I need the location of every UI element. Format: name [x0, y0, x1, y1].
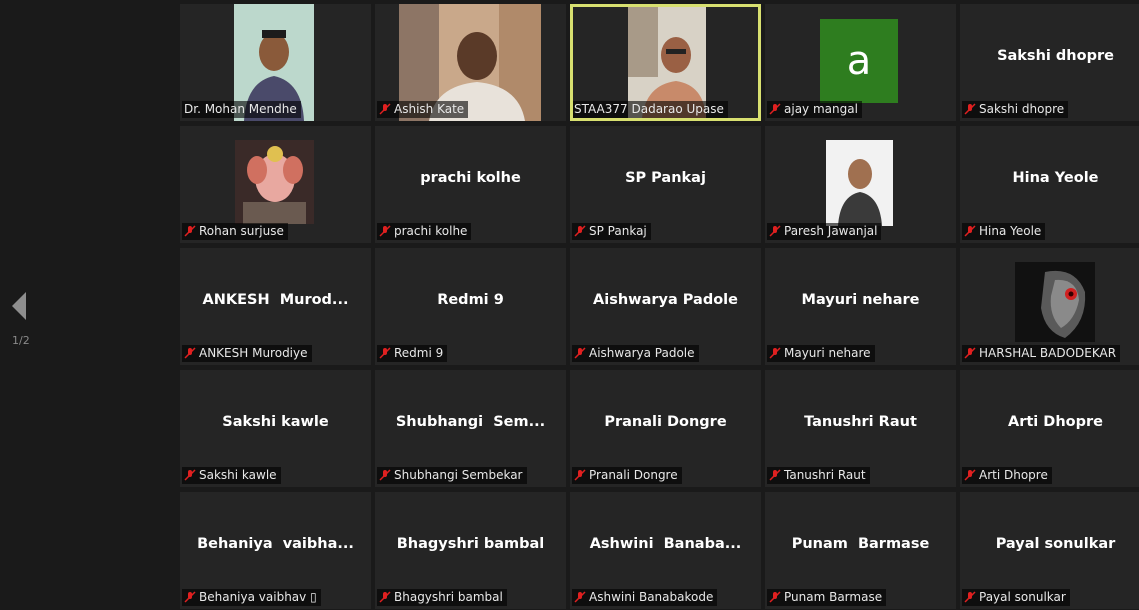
participant-display-name: Bhagyshri bambal [396, 536, 545, 552]
participant-tile[interactable]: Shubhangi Sem... Shubhangi Sembekar [375, 370, 566, 487]
muted-mic-icon [379, 347, 391, 359]
participant-tile[interactable]: HARSHAL BADODEKAR [960, 248, 1139, 365]
muted-mic-icon [184, 347, 196, 359]
participant-display-name: Sakshi dhopre [997, 48, 1114, 64]
muted-mic-icon [964, 103, 976, 115]
participant-tile[interactable]: ANKESH Murod... ANKESH Murodiye [180, 248, 371, 365]
muted-mic-icon [769, 591, 781, 603]
participant-tile[interactable]: Bhagyshri bambal Bhagyshri bambal [375, 492, 566, 609]
muted-mic-icon [574, 591, 586, 603]
participant-name-label: prachi kolhe [377, 223, 472, 240]
left-nav: 1/2 [0, 0, 60, 610]
participant-name-label: HARSHAL BADODEKAR [962, 345, 1121, 362]
participant-tile[interactable]: Punam Barmase Punam Barmase [765, 492, 956, 609]
muted-mic-icon [964, 591, 976, 603]
muted-mic-icon [379, 225, 391, 237]
participant-tile[interactable]: a ajay mangal [765, 4, 956, 121]
participant-name-label: Hina Yeole [962, 223, 1046, 240]
participant-tile[interactable]: Sakshi kawle Sakshi kawle [180, 370, 371, 487]
participant-tile[interactable]: Arti Dhopre Arti Dhopre [960, 370, 1139, 487]
participant-tile[interactable]: Aishwarya Padole Aishwarya Padole [570, 248, 761, 365]
participant-name-label: Tanushri Raut [767, 467, 870, 484]
muted-mic-icon [574, 469, 586, 481]
participant-tile[interactable]: Ashwini Banaba... Ashwini Banabakode [570, 492, 761, 609]
participant-tile[interactable]: Redmi 9 Redmi 9 [375, 248, 566, 365]
muted-mic-icon [184, 225, 196, 237]
participant-name-label: Behaniya vaibhav ▯ [182, 589, 321, 606]
participant-grid: Dr. Mohan Mendhe Ashish Kate STAA377 Dad… [180, 4, 1139, 609]
muted-mic-icon [379, 591, 391, 603]
participant-tile[interactable]: Paresh Jawanjal [765, 126, 956, 243]
muted-mic-icon [964, 469, 976, 481]
participant-display-name: Mayuri nehare [801, 292, 920, 308]
participant-tile[interactable]: Sakshi dhopre Sakshi dhopre [960, 4, 1139, 121]
participant-name-label: Bhagyshri bambal [377, 589, 507, 606]
muted-mic-icon [379, 469, 391, 481]
participant-tile-active-speaker[interactable]: STAA377 Dadarao Upase [570, 4, 761, 121]
participant-name-label: ajay mangal [767, 101, 862, 118]
participant-display-name: Redmi 9 [437, 292, 504, 308]
participant-tile[interactable]: Ashish Kate [375, 4, 566, 121]
participant-display-name: Ashwini Banaba... [589, 536, 742, 552]
participant-display-name: Payal sonulkar [995, 536, 1116, 552]
participant-display-name: Punam Barmase [791, 536, 930, 552]
participant-name-label: Shubhangi Sembekar [377, 467, 527, 484]
page-indicator: 1/2 [12, 334, 30, 347]
muted-mic-icon [379, 103, 391, 115]
participant-display-name: prachi kolhe [420, 170, 521, 186]
profile-image [820, 140, 899, 226]
participant-display-name: ANKESH Murod... [202, 292, 349, 308]
participant-tile[interactable]: Hina Yeole Hina Yeole [960, 126, 1139, 243]
participant-tile[interactable]: Behaniya vaibha... Behaniya vaibhav ▯ [180, 492, 371, 609]
participant-tile[interactable]: SP Pankaj SP Pankaj [570, 126, 761, 243]
participant-name-label: Punam Barmase [767, 589, 887, 606]
profile-image [1015, 262, 1095, 342]
participant-name-label: Redmi 9 [377, 345, 448, 362]
participant-name-label: Ashish Kate [377, 101, 469, 118]
muted-mic-icon [769, 225, 781, 237]
muted-mic-icon [574, 347, 586, 359]
participant-tile[interactable]: Mayuri nehare Mayuri nehare [765, 248, 956, 365]
participant-display-name: Sakshi kawle [222, 414, 329, 430]
muted-mic-icon [769, 469, 781, 481]
muted-mic-icon [769, 103, 781, 115]
participant-tile[interactable]: Pranali Dongre Pranali Dongre [570, 370, 761, 487]
muted-mic-icon [769, 347, 781, 359]
participant-display-name: Arti Dhopre [1007, 414, 1103, 430]
participant-display-name: Pranali Dongre [604, 414, 727, 430]
muted-mic-icon [184, 591, 196, 603]
participant-name-label: Rohan surjuse [182, 223, 288, 240]
muted-mic-icon [184, 469, 196, 481]
participant-display-name: Aishwarya Padole [593, 292, 738, 308]
participant-name-label: Arti Dhopre [962, 467, 1052, 484]
participant-name-label: Ashwini Banabakode [572, 589, 718, 606]
participant-tile[interactable]: Rohan surjuse [180, 126, 371, 243]
participant-name-label: Sakshi dhopre [962, 101, 1069, 118]
participant-tile[interactable]: Dr. Mohan Mendhe [180, 4, 371, 121]
participant-display-name: Tanushri Raut [804, 414, 917, 430]
participant-avatar: a [820, 19, 898, 103]
participant-name-label: ANKESH Murodiye [182, 345, 312, 362]
participant-name-label: Dr. Mohan Mendhe [182, 101, 301, 118]
participant-name-label: Sakshi kawle [182, 467, 281, 484]
participant-name-label: Mayuri nehare [767, 345, 875, 362]
participant-display-name: Behaniya vaibha... [197, 536, 354, 552]
participant-name-label: Paresh Jawanjal [767, 223, 882, 240]
participant-display-name: Hina Yeole [1012, 170, 1099, 186]
participant-display-name: SP Pankaj [625, 170, 706, 186]
participant-tile[interactable]: Tanushri Raut Tanushri Raut [765, 370, 956, 487]
muted-mic-icon [574, 225, 586, 237]
participant-display-name: Shubhangi Sem... [395, 414, 546, 430]
previous-page-arrow-icon[interactable] [8, 290, 32, 322]
muted-mic-icon [964, 347, 976, 359]
participant-name-label: Payal sonulkar [962, 589, 1070, 606]
profile-image [235, 140, 314, 224]
participant-tile[interactable]: prachi kolhe prachi kolhe [375, 126, 566, 243]
muted-mic-icon [964, 225, 976, 237]
participant-name-label: Aishwarya Padole [572, 345, 699, 362]
participant-tile[interactable]: Payal sonulkar Payal sonulkar [960, 492, 1139, 609]
participant-name-label: Pranali Dongre [572, 467, 682, 484]
participant-name-label: SP Pankaj [572, 223, 651, 240]
participant-name-label: STAA377 Dadarao Upase [573, 101, 728, 118]
